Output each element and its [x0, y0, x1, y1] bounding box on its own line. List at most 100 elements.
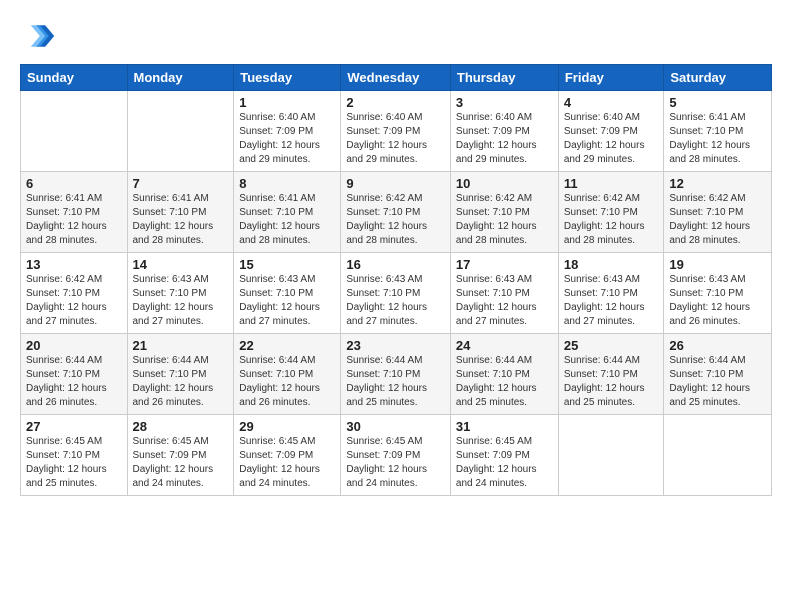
- day-number: 31: [456, 419, 553, 434]
- calendar-cell: 22Sunrise: 6:44 AM Sunset: 7:10 PM Dayli…: [234, 334, 341, 415]
- day-info: Sunrise: 6:41 AM Sunset: 7:10 PM Dayligh…: [26, 192, 122, 248]
- day-number: 18: [564, 257, 659, 272]
- day-info: Sunrise: 6:40 AM Sunset: 7:09 PM Dayligh…: [564, 111, 659, 167]
- calendar-cell: 1Sunrise: 6:40 AM Sunset: 7:09 PM Daylig…: [234, 91, 341, 172]
- day-info: Sunrise: 6:45 AM Sunset: 7:09 PM Dayligh…: [346, 435, 445, 491]
- day-info: Sunrise: 6:41 AM Sunset: 7:10 PM Dayligh…: [239, 192, 335, 248]
- day-number: 10: [456, 176, 553, 191]
- logo-icon: [20, 18, 56, 54]
- day-info: Sunrise: 6:43 AM Sunset: 7:10 PM Dayligh…: [669, 273, 766, 329]
- day-number: 20: [26, 338, 122, 353]
- weekday-header-friday: Friday: [558, 65, 664, 91]
- day-number: 3: [456, 95, 553, 110]
- day-number: 11: [564, 176, 659, 191]
- day-info: Sunrise: 6:43 AM Sunset: 7:10 PM Dayligh…: [239, 273, 335, 329]
- day-info: Sunrise: 6:43 AM Sunset: 7:10 PM Dayligh…: [133, 273, 229, 329]
- calendar-cell: 17Sunrise: 6:43 AM Sunset: 7:10 PM Dayli…: [450, 253, 558, 334]
- calendar-cell: 14Sunrise: 6:43 AM Sunset: 7:10 PM Dayli…: [127, 253, 234, 334]
- calendar-table: SundayMondayTuesdayWednesdayThursdayFrid…: [20, 64, 772, 496]
- day-info: Sunrise: 6:41 AM Sunset: 7:10 PM Dayligh…: [133, 192, 229, 248]
- calendar-cell: 27Sunrise: 6:45 AM Sunset: 7:10 PM Dayli…: [21, 415, 128, 496]
- day-info: Sunrise: 6:45 AM Sunset: 7:09 PM Dayligh…: [133, 435, 229, 491]
- day-number: 29: [239, 419, 335, 434]
- calendar-cell: 8Sunrise: 6:41 AM Sunset: 7:10 PM Daylig…: [234, 172, 341, 253]
- calendar-cell: 7Sunrise: 6:41 AM Sunset: 7:10 PM Daylig…: [127, 172, 234, 253]
- calendar-cell: 21Sunrise: 6:44 AM Sunset: 7:10 PM Dayli…: [127, 334, 234, 415]
- calendar-cell: 31Sunrise: 6:45 AM Sunset: 7:09 PM Dayli…: [450, 415, 558, 496]
- day-info: Sunrise: 6:44 AM Sunset: 7:10 PM Dayligh…: [133, 354, 229, 410]
- calendar-cell: 26Sunrise: 6:44 AM Sunset: 7:10 PM Dayli…: [664, 334, 772, 415]
- calendar-cell: 23Sunrise: 6:44 AM Sunset: 7:10 PM Dayli…: [341, 334, 451, 415]
- day-info: Sunrise: 6:40 AM Sunset: 7:09 PM Dayligh…: [346, 111, 445, 167]
- day-info: Sunrise: 6:43 AM Sunset: 7:10 PM Dayligh…: [346, 273, 445, 329]
- day-info: Sunrise: 6:45 AM Sunset: 7:09 PM Dayligh…: [239, 435, 335, 491]
- day-info: Sunrise: 6:44 AM Sunset: 7:10 PM Dayligh…: [26, 354, 122, 410]
- day-number: 15: [239, 257, 335, 272]
- day-info: Sunrise: 6:42 AM Sunset: 7:10 PM Dayligh…: [669, 192, 766, 248]
- day-number: 16: [346, 257, 445, 272]
- day-info: Sunrise: 6:44 AM Sunset: 7:10 PM Dayligh…: [346, 354, 445, 410]
- calendar-cell: [664, 415, 772, 496]
- calendar-week-4: 20Sunrise: 6:44 AM Sunset: 7:10 PM Dayli…: [21, 334, 772, 415]
- calendar-cell: 5Sunrise: 6:41 AM Sunset: 7:10 PM Daylig…: [664, 91, 772, 172]
- calendar-cell: 19Sunrise: 6:43 AM Sunset: 7:10 PM Dayli…: [664, 253, 772, 334]
- calendar-cell: 4Sunrise: 6:40 AM Sunset: 7:09 PM Daylig…: [558, 91, 664, 172]
- calendar-cell: [558, 415, 664, 496]
- calendar-cell: 18Sunrise: 6:43 AM Sunset: 7:10 PM Dayli…: [558, 253, 664, 334]
- weekday-header-wednesday: Wednesday: [341, 65, 451, 91]
- day-info: Sunrise: 6:40 AM Sunset: 7:09 PM Dayligh…: [239, 111, 335, 167]
- calendar-week-5: 27Sunrise: 6:45 AM Sunset: 7:10 PM Dayli…: [21, 415, 772, 496]
- day-info: Sunrise: 6:45 AM Sunset: 7:10 PM Dayligh…: [26, 435, 122, 491]
- day-number: 22: [239, 338, 335, 353]
- calendar-cell: 15Sunrise: 6:43 AM Sunset: 7:10 PM Dayli…: [234, 253, 341, 334]
- day-info: Sunrise: 6:42 AM Sunset: 7:10 PM Dayligh…: [26, 273, 122, 329]
- day-info: Sunrise: 6:44 AM Sunset: 7:10 PM Dayligh…: [669, 354, 766, 410]
- calendar-week-3: 13Sunrise: 6:42 AM Sunset: 7:10 PM Dayli…: [21, 253, 772, 334]
- day-info: Sunrise: 6:44 AM Sunset: 7:10 PM Dayligh…: [456, 354, 553, 410]
- weekday-header-tuesday: Tuesday: [234, 65, 341, 91]
- day-number: 17: [456, 257, 553, 272]
- logo: [20, 18, 60, 54]
- day-number: 27: [26, 419, 122, 434]
- day-info: Sunrise: 6:44 AM Sunset: 7:10 PM Dayligh…: [564, 354, 659, 410]
- day-number: 14: [133, 257, 229, 272]
- weekday-header-monday: Monday: [127, 65, 234, 91]
- day-info: Sunrise: 6:42 AM Sunset: 7:10 PM Dayligh…: [564, 192, 659, 248]
- day-number: 30: [346, 419, 445, 434]
- calendar-cell: [127, 91, 234, 172]
- weekday-header-row: SundayMondayTuesdayWednesdayThursdayFrid…: [21, 65, 772, 91]
- day-number: 28: [133, 419, 229, 434]
- calendar-cell: 3Sunrise: 6:40 AM Sunset: 7:09 PM Daylig…: [450, 91, 558, 172]
- day-number: 1: [239, 95, 335, 110]
- day-info: Sunrise: 6:45 AM Sunset: 7:09 PM Dayligh…: [456, 435, 553, 491]
- calendar-cell: 13Sunrise: 6:42 AM Sunset: 7:10 PM Dayli…: [21, 253, 128, 334]
- weekday-header-saturday: Saturday: [664, 65, 772, 91]
- day-number: 23: [346, 338, 445, 353]
- calendar-week-2: 6Sunrise: 6:41 AM Sunset: 7:10 PM Daylig…: [21, 172, 772, 253]
- calendar-cell: 2Sunrise: 6:40 AM Sunset: 7:09 PM Daylig…: [341, 91, 451, 172]
- day-info: Sunrise: 6:40 AM Sunset: 7:09 PM Dayligh…: [456, 111, 553, 167]
- calendar-cell: 16Sunrise: 6:43 AM Sunset: 7:10 PM Dayli…: [341, 253, 451, 334]
- calendar-cell: 10Sunrise: 6:42 AM Sunset: 7:10 PM Dayli…: [450, 172, 558, 253]
- calendar-week-1: 1Sunrise: 6:40 AM Sunset: 7:09 PM Daylig…: [21, 91, 772, 172]
- day-number: 2: [346, 95, 445, 110]
- day-number: 8: [239, 176, 335, 191]
- day-number: 21: [133, 338, 229, 353]
- day-number: 12: [669, 176, 766, 191]
- day-number: 13: [26, 257, 122, 272]
- calendar-cell: 25Sunrise: 6:44 AM Sunset: 7:10 PM Dayli…: [558, 334, 664, 415]
- day-info: Sunrise: 6:43 AM Sunset: 7:10 PM Dayligh…: [564, 273, 659, 329]
- day-number: 19: [669, 257, 766, 272]
- day-number: 24: [456, 338, 553, 353]
- calendar-cell: 20Sunrise: 6:44 AM Sunset: 7:10 PM Dayli…: [21, 334, 128, 415]
- header: [20, 18, 772, 54]
- calendar-cell: 12Sunrise: 6:42 AM Sunset: 7:10 PM Dayli…: [664, 172, 772, 253]
- calendar-cell: 28Sunrise: 6:45 AM Sunset: 7:09 PM Dayli…: [127, 415, 234, 496]
- page: SundayMondayTuesdayWednesdayThursdayFrid…: [0, 0, 792, 612]
- day-info: Sunrise: 6:41 AM Sunset: 7:10 PM Dayligh…: [669, 111, 766, 167]
- day-info: Sunrise: 6:44 AM Sunset: 7:10 PM Dayligh…: [239, 354, 335, 410]
- calendar-cell: 30Sunrise: 6:45 AM Sunset: 7:09 PM Dayli…: [341, 415, 451, 496]
- day-number: 25: [564, 338, 659, 353]
- day-number: 6: [26, 176, 122, 191]
- calendar-cell: 29Sunrise: 6:45 AM Sunset: 7:09 PM Dayli…: [234, 415, 341, 496]
